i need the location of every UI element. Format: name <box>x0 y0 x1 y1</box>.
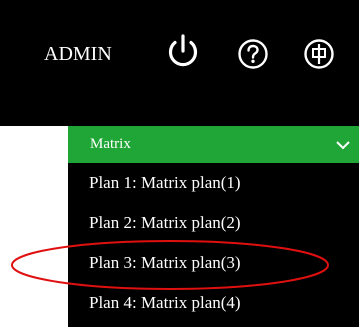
power-icon[interactable] <box>166 33 200 69</box>
top-bar: ADMIN <box>0 0 359 126</box>
plan-item-4[interactable]: Plan 4: Matrix plan(4) <box>68 283 359 323</box>
plan-item-1[interactable]: Plan 1: Matrix plan(1) <box>68 163 359 203</box>
plan-item-3[interactable]: Plan 3: Matrix plan(3) <box>68 243 359 283</box>
plan-item-2[interactable]: Plan 2: Matrix plan(2) <box>68 203 359 243</box>
chevron-down-icon <box>335 138 351 156</box>
dropdown-title: Matrix <box>90 136 131 152</box>
plan-list: Plan 1: Matrix plan(1) Plan 2: Matrix pl… <box>68 163 359 323</box>
help-icon[interactable] <box>237 38 269 70</box>
dropdown-header[interactable]: Matrix <box>68 126 359 163</box>
user-label: ADMIN <box>44 43 112 65</box>
language-icon[interactable] <box>303 38 335 70</box>
plan-dropdown: Matrix Plan 1: Matrix plan(1) Plan 2: Ma… <box>68 126 359 327</box>
